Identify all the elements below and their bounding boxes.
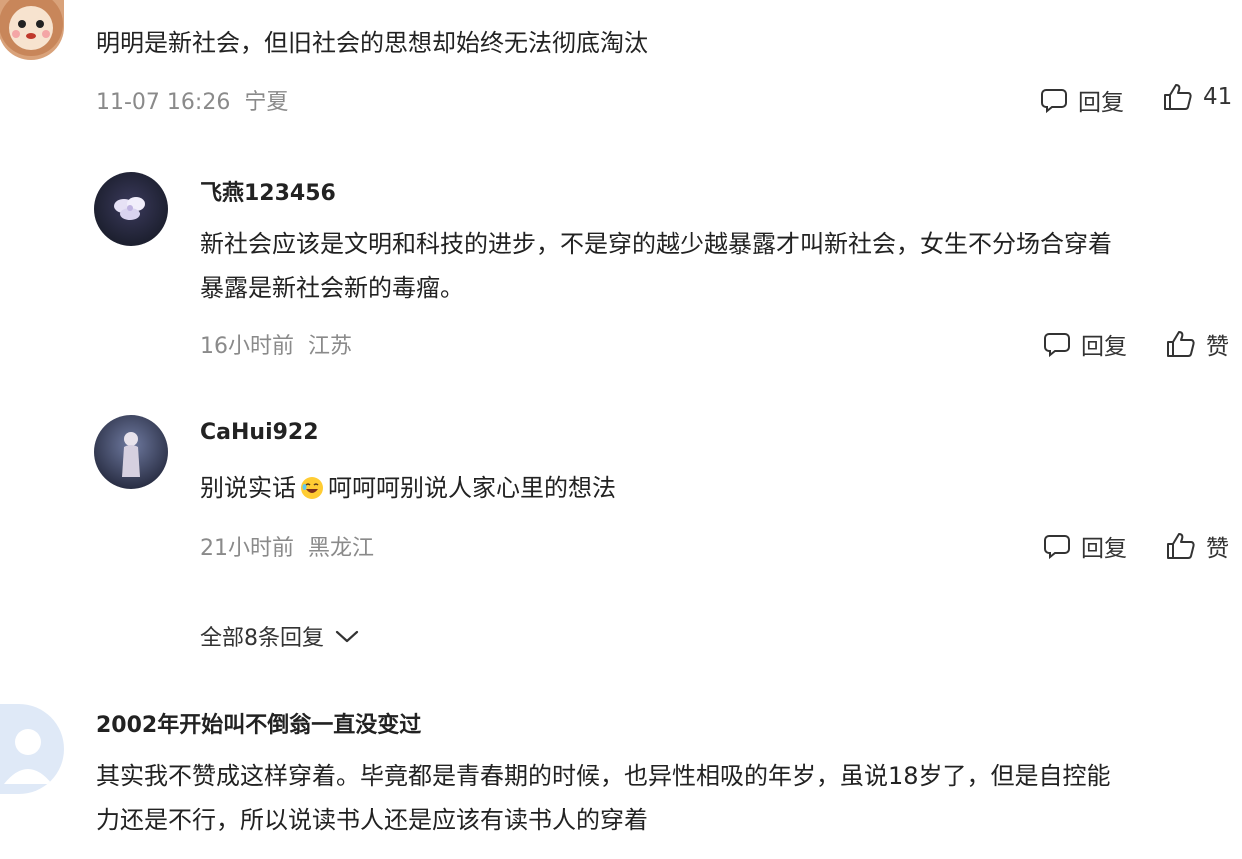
reply-location: 黑龙江 [308,536,375,561]
username[interactable]: CaHui922 [200,420,319,445]
reply-text-after: 呵呵呵别说人家心里的想法 [328,474,616,502]
reply-button[interactable]: 回复 [1040,83,1124,117]
reply-label: 回复 [1078,90,1124,116]
thumbs-up-icon [1164,84,1192,110]
comment-bubble-icon [1041,89,1067,114]
username[interactable]: 2002年开始叫不倒翁一直没变过 [96,707,421,739]
lion-avatar[interactable] [0,0,64,60]
reply-text-before: 别说实话 [200,474,296,502]
user-silhouette-icon [4,729,52,784]
like-button[interactable]: 赞 [1166,327,1229,361]
thumbs-up-icon [1167,331,1195,357]
comment-text-line-2: 力还是不行，所以说读书人还是应该有读书人的穿着 [96,806,648,834]
flower-icon [114,197,145,220]
flower-avatar[interactable] [94,172,168,246]
default-user-avatar[interactable] [0,704,64,794]
like-label: 赞 [1206,536,1229,562]
expand-replies-label: 全部8条回复 [200,626,324,651]
reply-text-line-1: 新社会应该是文明和科技的进步，不是穿的越少越暴露才叫新社会，女生不分场合穿着 [200,230,1112,258]
reply-meta: 21小时前 黑龙江 [200,530,374,562]
expand-replies-button[interactable]: 全部8条回复 [200,620,360,652]
comment-text: 明明是新社会，但旧社会的思想却始终无法彻底淘汰 [96,29,648,57]
rofl-emoji-icon [301,477,323,499]
reply-text: 别说实话 呵呵呵别说人家心里的想法 [200,466,616,510]
chevron-down-icon [335,630,359,643]
comment-bubble-icon [1044,535,1070,560]
reply-time: 21小时前 [200,536,294,561]
comment-text-line-1: 其实我不赞成这样穿着。毕竟都是青春期的时候，也异性相吸的年岁，虽说18岁了，但是… [96,762,1111,790]
thumbs-up-icon [1167,533,1195,559]
reply-label: 回复 [1081,536,1127,562]
person-photo-avatar[interactable] [94,415,168,489]
comment-bubble-icon [1044,333,1070,358]
reply-button[interactable]: 回复 [1043,529,1127,563]
comment-meta: 11-07 16:26 宁夏 [96,84,288,116]
like-count: 41 [1203,84,1233,110]
like-button[interactable]: 41 [1163,83,1232,111]
like-button[interactable]: 赞 [1166,529,1229,563]
like-label: 赞 [1206,334,1229,360]
reply-label: 回复 [1081,334,1127,360]
username[interactable]: 飞燕123456 [200,175,336,207]
reply-meta: 16小时前 江苏 [200,328,352,360]
comment-location: 宁夏 [244,90,289,115]
lion-face-icon [0,0,63,56]
comment-time: 11-07 16:26 [96,90,231,115]
reply-text-line-2: 暴露是新社会新的毒瘤。 [200,274,464,302]
reply-time: 16小时前 [200,334,294,359]
person-silhouette-icon [122,432,140,477]
reply-location: 江苏 [308,334,353,359]
reply-button[interactable]: 回复 [1043,327,1127,361]
